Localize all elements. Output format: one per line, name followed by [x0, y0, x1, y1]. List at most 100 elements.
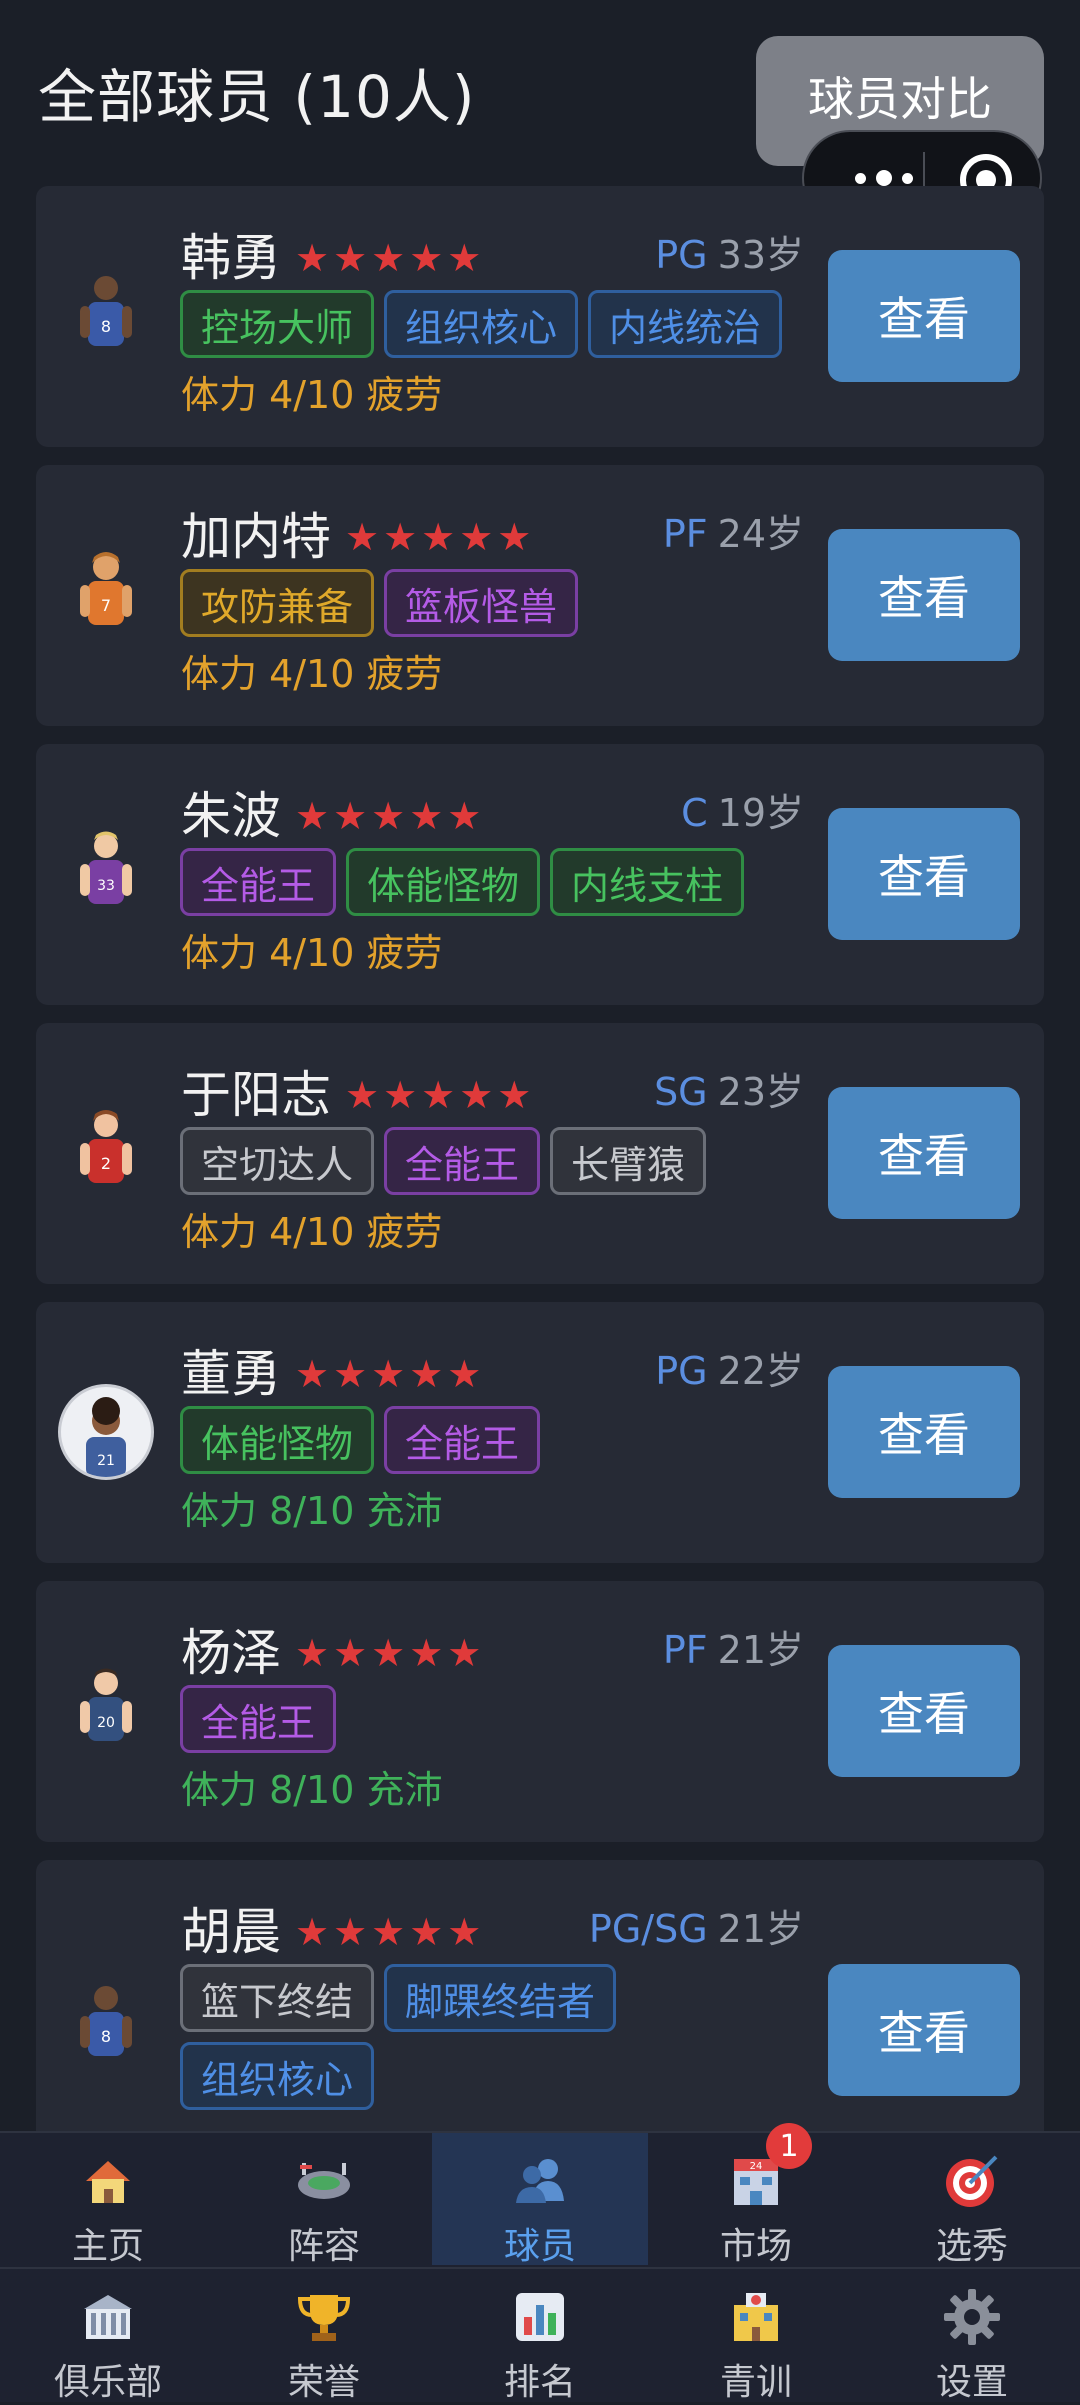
player-position: PF	[662, 512, 708, 556]
view-player-button[interactable]: 查看	[828, 529, 1020, 661]
tab-club[interactable]: 俱乐部	[0, 2269, 216, 2403]
player-card: 8 胡晨 ★★★★★ PG/SG 21岁 篮下终结 脚踝终结者 组织核心 查看	[36, 1860, 1044, 2131]
view-player-button[interactable]: 查看	[828, 1964, 1020, 2096]
gear-icon	[944, 2289, 1000, 2345]
svg-text:24: 24	[750, 2161, 763, 2172]
player-age: 19岁	[717, 791, 804, 835]
view-player-button[interactable]: 查看	[828, 1366, 1020, 1498]
tab-lineup[interactable]: 阵容	[216, 2133, 432, 2267]
player-tags: 篮下终结 脚踝终结者 组织核心	[180, 1964, 660, 2110]
player-tag: 全能王	[180, 1685, 337, 1753]
tab-home[interactable]: 主页	[0, 2133, 216, 2267]
player-tags: 空切达人 全能王 长臂猿	[180, 1127, 820, 1195]
player-position: SG	[654, 1070, 708, 1114]
svg-text:8: 8	[101, 317, 111, 336]
player-avatar-icon: 33	[80, 831, 132, 904]
player-tags: 全能王 体能怪物 内线支柱	[180, 848, 820, 916]
rating-stars: ★★★★★	[295, 1352, 486, 1396]
player-name: 董勇 ★★★★★	[181, 1345, 486, 1403]
player-tag: 篮板怪兽	[384, 569, 579, 637]
rating-stars: ★★★★★	[295, 794, 486, 838]
rating-stars: ★★★★★	[295, 236, 486, 280]
player-position: C	[681, 791, 708, 835]
view-player-button[interactable]: 查看	[828, 250, 1020, 382]
player-tag: 体能怪物	[180, 1406, 375, 1474]
player-tags: 攻防兼备 篮板怪兽	[180, 569, 820, 637]
tab-ranking[interactable]: 排名	[432, 2269, 648, 2403]
svg-text:20: 20	[97, 1715, 115, 1731]
player-position: PG	[655, 1349, 708, 1393]
player-name: 韩勇 ★★★★★	[181, 229, 486, 287]
player-tags: 体能怪物 全能王	[180, 1406, 820, 1474]
player-avatar: 21	[58, 1384, 154, 1480]
tab-youth[interactable]: 青训	[648, 2269, 864, 2403]
player-age: 22岁	[717, 1349, 804, 1393]
player-card: 20 杨泽 ★★★★★ PF 21岁 全能王 体力 8/10 充沛 查看	[36, 1581, 1044, 1842]
player-tag: 组织核心	[384, 290, 579, 358]
player-tag: 控场大师	[180, 290, 375, 358]
player-age: 21岁	[717, 1628, 804, 1672]
ranking-chart-icon	[516, 2293, 564, 2341]
svg-text:8: 8	[101, 2027, 111, 2046]
view-player-button[interactable]: 查看	[828, 1645, 1020, 1777]
player-card: 7 加内特 ★★★★★ PF 24岁 攻防兼备 篮板怪兽 体力 4/10 疲劳 查看	[36, 465, 1044, 726]
player-age: 24岁	[717, 512, 804, 556]
player-age: 21岁	[717, 1907, 804, 1951]
tab-draft[interactable]: 选秀	[864, 2133, 1080, 2267]
player-name: 朱波 ★★★★★	[181, 787, 486, 845]
player-name: 杨泽 ★★★★★	[181, 1624, 486, 1682]
player-stamina: 体力 4/10 疲劳	[181, 931, 443, 975]
tab-honors[interactable]: 荣誉	[216, 2269, 432, 2403]
player-avatar-icon: 8	[80, 276, 132, 346]
trophy-icon	[297, 2295, 351, 2341]
player-avatar-icon: 2	[80, 1110, 132, 1183]
player-stamina: 体力 8/10 充沛	[181, 1489, 443, 1533]
draft-target-icon	[946, 2155, 998, 2207]
top-bar: 全部球员 (10人) 球员对比	[0, 0, 1080, 226]
market-notification-badge: 1	[766, 2123, 812, 2169]
player-tag: 全能王	[180, 848, 337, 916]
player-stamina: 体力 4/10 疲劳	[181, 373, 443, 417]
player-tag: 空切达人	[180, 1127, 375, 1195]
player-tag: 长臂猿	[550, 1127, 707, 1195]
club-building-icon	[84, 2295, 132, 2339]
player-meta: PF 21岁	[663, 1619, 804, 1674]
player-tag: 体能怪物	[346, 848, 541, 916]
player-tag: 全能王	[384, 1406, 541, 1474]
stadium-icon	[298, 2163, 350, 2199]
view-player-button[interactable]: 查看	[828, 1087, 1020, 1219]
tab-settings[interactable]: 设置	[864, 2269, 1080, 2403]
rating-stars: ★★★★★	[295, 1631, 486, 1675]
player-position: PF	[662, 1628, 708, 1672]
page-title: 全部球员 (10人)	[38, 63, 476, 131]
svg-text:2: 2	[101, 1154, 111, 1173]
player-tag: 全能王	[384, 1127, 541, 1195]
player-meta: SG 23岁	[654, 1061, 804, 1116]
player-avatar-icon: 20	[80, 1668, 132, 1741]
player-position: PG	[655, 233, 708, 277]
player-stamina: 体力 4/10 疲劳	[181, 652, 443, 696]
tab-players[interactable]: 球员	[432, 2133, 648, 2267]
player-avatar-icon: 7	[80, 552, 132, 625]
home-icon	[86, 2161, 130, 2203]
player-meta: PG/SG 21岁	[589, 1898, 804, 1953]
player-tag: 内线支柱	[550, 848, 745, 916]
player-list[interactable]: 8 韩勇 ★★★★★ PG 33岁 控场大师 组织核心 内线统治 体力 4/10 疲…	[0, 186, 1080, 2131]
player-name: 加内特 ★★★★★	[181, 508, 536, 566]
player-card: 21 董勇 ★★★★★ PG 22岁 体能怪物 全能王 体力 8/10 充沛 查看	[36, 1302, 1044, 1563]
player-avatar-icon: 21	[86, 1397, 126, 1477]
view-player-button[interactable]: 查看	[828, 808, 1020, 940]
player-name: 胡晨 ★★★★★	[181, 1903, 486, 1961]
player-meta: PG 22岁	[655, 1340, 804, 1395]
tab-market[interactable]: 24 市场 1	[648, 2123, 864, 2267]
player-tag: 内线统治	[588, 290, 783, 358]
bottom-tab-bar: 主页 阵容 球员 24 市场 1 选秀 俱乐部 荣誉 排名 青训 设置	[0, 2123, 1080, 2403]
player-tag: 组织核心	[180, 2042, 375, 2110]
player-stamina: 体力 4/10 疲劳	[181, 1210, 443, 1254]
player-tag: 攻防兼备	[180, 569, 375, 637]
player-card: 2 于阳志 ★★★★★ SG 23岁 空切达人 全能王 长臂猿 体力 4/10 疲劳…	[36, 1023, 1044, 1284]
player-meta: PF 24岁	[663, 503, 804, 558]
svg-text:7: 7	[101, 596, 111, 615]
player-meta: PG 33岁	[655, 224, 804, 279]
player-age: 33岁	[717, 233, 804, 277]
